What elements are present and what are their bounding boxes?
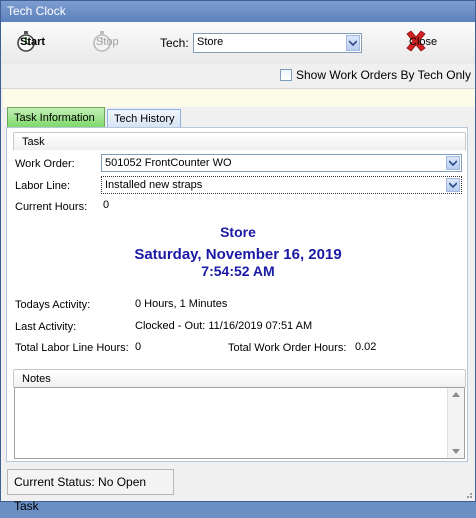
info-strip xyxy=(3,89,475,107)
tech-label: Tech: xyxy=(160,36,189,50)
tech-name-display: Store xyxy=(220,224,256,240)
status-bar: Current Status: No Open Task xyxy=(7,469,174,513)
labor-line-select[interactable]: Installed new straps xyxy=(101,176,462,194)
notes-group: Notes xyxy=(13,369,466,461)
task-group-header: Task xyxy=(13,132,466,150)
start-button[interactable]: Start xyxy=(15,30,45,54)
tech-select[interactable]: Store xyxy=(193,33,362,53)
work-order-value: 501052 FrontCounter WO xyxy=(105,157,232,169)
show-by-tech-label[interactable]: Show Work Orders By Tech Only xyxy=(296,68,471,82)
chevron-down-icon[interactable] xyxy=(446,156,460,170)
tech-select-value: Store xyxy=(197,36,224,48)
time-display: 7:54:52 AM xyxy=(201,263,275,279)
close-label: Close xyxy=(409,36,438,48)
current-hours-value: 0 xyxy=(103,199,110,211)
labor-line-hours-value: 0 xyxy=(135,341,142,353)
tab-tech-history[interactable]: Tech History xyxy=(107,109,181,127)
current-hours-label: Current Hours: xyxy=(15,201,88,213)
chevron-down-icon[interactable] xyxy=(346,35,360,51)
work-order-label: Work Order: xyxy=(15,158,75,170)
labor-line-hours-label: Total Labor Line Hours: xyxy=(15,342,129,354)
toolbar: Start Stop Tech: Store Close xyxy=(1,22,475,65)
show-by-tech-checkbox[interactable] xyxy=(280,69,292,81)
stop-label: Stop xyxy=(96,36,119,48)
labor-line-label: Labor Line: xyxy=(15,180,71,192)
todays-activity-label: Todays Activity: xyxy=(15,299,91,311)
todays-activity-value: 0 Hours, 1 Minutes xyxy=(135,298,228,310)
work-order-hours-value: 0.02 xyxy=(355,341,377,353)
options-bar: Show Work Orders By Tech Only xyxy=(1,64,475,89)
work-order-hours-label: Total Work Order Hours: xyxy=(228,342,347,354)
window-title: Tech Clock xyxy=(1,1,475,22)
resize-grip-icon[interactable] xyxy=(463,489,473,499)
notes-textarea[interactable] xyxy=(14,387,465,459)
labor-line-value: Installed new straps xyxy=(105,179,203,191)
tech-clock-window: Tech Clock Start Stop Tech: Store Close … xyxy=(0,0,476,513)
notes-header: Notes xyxy=(13,369,466,387)
tab-task-information[interactable]: Task Information xyxy=(7,107,105,127)
work-order-select[interactable]: 501052 FrontCounter WO xyxy=(101,154,462,172)
chevron-down-icon[interactable] xyxy=(446,178,460,192)
last-activity-label: Last Activity: xyxy=(15,321,77,333)
notes-scrollbar[interactable] xyxy=(447,388,464,458)
date-display: Saturday, November 16, 2019 xyxy=(134,246,342,263)
last-activity-value: Clocked - Out: 11/16/2019 07:51 AM xyxy=(135,320,313,332)
start-label: Start xyxy=(20,36,46,48)
stop-button[interactable]: Stop xyxy=(91,30,119,54)
task-information-panel: Task Work Order: 501052 FrontCounter WO … xyxy=(6,127,468,462)
close-button[interactable]: Close xyxy=(404,29,437,54)
